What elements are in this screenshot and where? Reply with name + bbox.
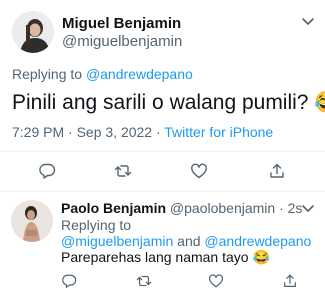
reply-emoji: 😂 [252,249,270,265]
reply-author-avatar[interactable] [11,200,53,242]
reply-button[interactable] [38,162,56,180]
more-options-button[interactable] [300,13,316,29]
reply-icon [62,274,77,288]
reply-retweet-button[interactable] [136,273,152,289]
tweet-source[interactable]: Twitter for iPhone [164,124,273,140]
replying-to-handle[interactable]: @andrewdepano [86,66,193,82]
divider [0,151,325,152]
chevron-down-icon [302,18,314,25]
like-icon [191,163,207,179]
retweet-icon [114,165,132,177]
reply-author-name[interactable]: Paolo Benjamin [61,200,166,216]
share-icon [270,163,284,178]
share-icon [284,274,296,287]
tweet-emoji: 😂 [314,91,325,114]
reply-icon [39,163,56,179]
reply-more-options-button[interactable] [300,200,316,216]
tweet-meta: 7:29 PM · Sep 3, 2022 · Twitter for iPho… [12,124,273,140]
reply-replying-to: @miguelbenjamin and @andrewdepano [61,233,311,249]
reply-like-button[interactable] [208,273,224,289]
like-button[interactable] [190,162,208,180]
author-avatar[interactable] [12,11,54,53]
reply-text-body: Pareparehas lang naman tayo [61,249,249,265]
share-button[interactable] [268,162,286,180]
reply-replying-handle-1[interactable]: @miguelbenjamin [61,233,173,249]
retweet-button[interactable] [114,162,132,180]
avatar-image [11,200,53,242]
reply-replying-handle-2[interactable]: @andrewdepano [204,233,311,249]
tweet-text-body: Pinili ang sarili o walang pumili? [12,91,309,114]
reply-author-handle[interactable]: @paolobenjamin [170,200,275,216]
like-icon [208,274,224,288]
author-handle[interactable]: @miguelbenjamin [62,33,182,50]
chevron-down-icon [302,205,314,212]
reply-replying-to-label: Replying to [61,217,132,233]
reply-replying-and: and [177,233,201,249]
reply-reply-button[interactable] [61,273,77,289]
retweet-icon [136,275,152,287]
replying-to: Replying to @andrewdepano [12,66,193,82]
replying-to-label: Replying to [12,66,83,82]
tweet-text: Pinili ang sarili o walang pumili? 😂 [12,90,325,116]
avatar-image [12,11,54,53]
reply-text: Pareparehas lang naman tayo 😂 [61,249,270,266]
author-name[interactable]: Miguel Benjamin [62,15,181,32]
reply-header: Paolo Benjamin @paolobenjamin · 2s [61,200,302,216]
reply-share-button[interactable] [282,273,298,289]
tweet-timestamp[interactable]: 7:29 PM · Sep 3, 2022 · [12,124,164,140]
reply-time[interactable]: · 2s [279,200,302,216]
divider [0,191,325,192]
